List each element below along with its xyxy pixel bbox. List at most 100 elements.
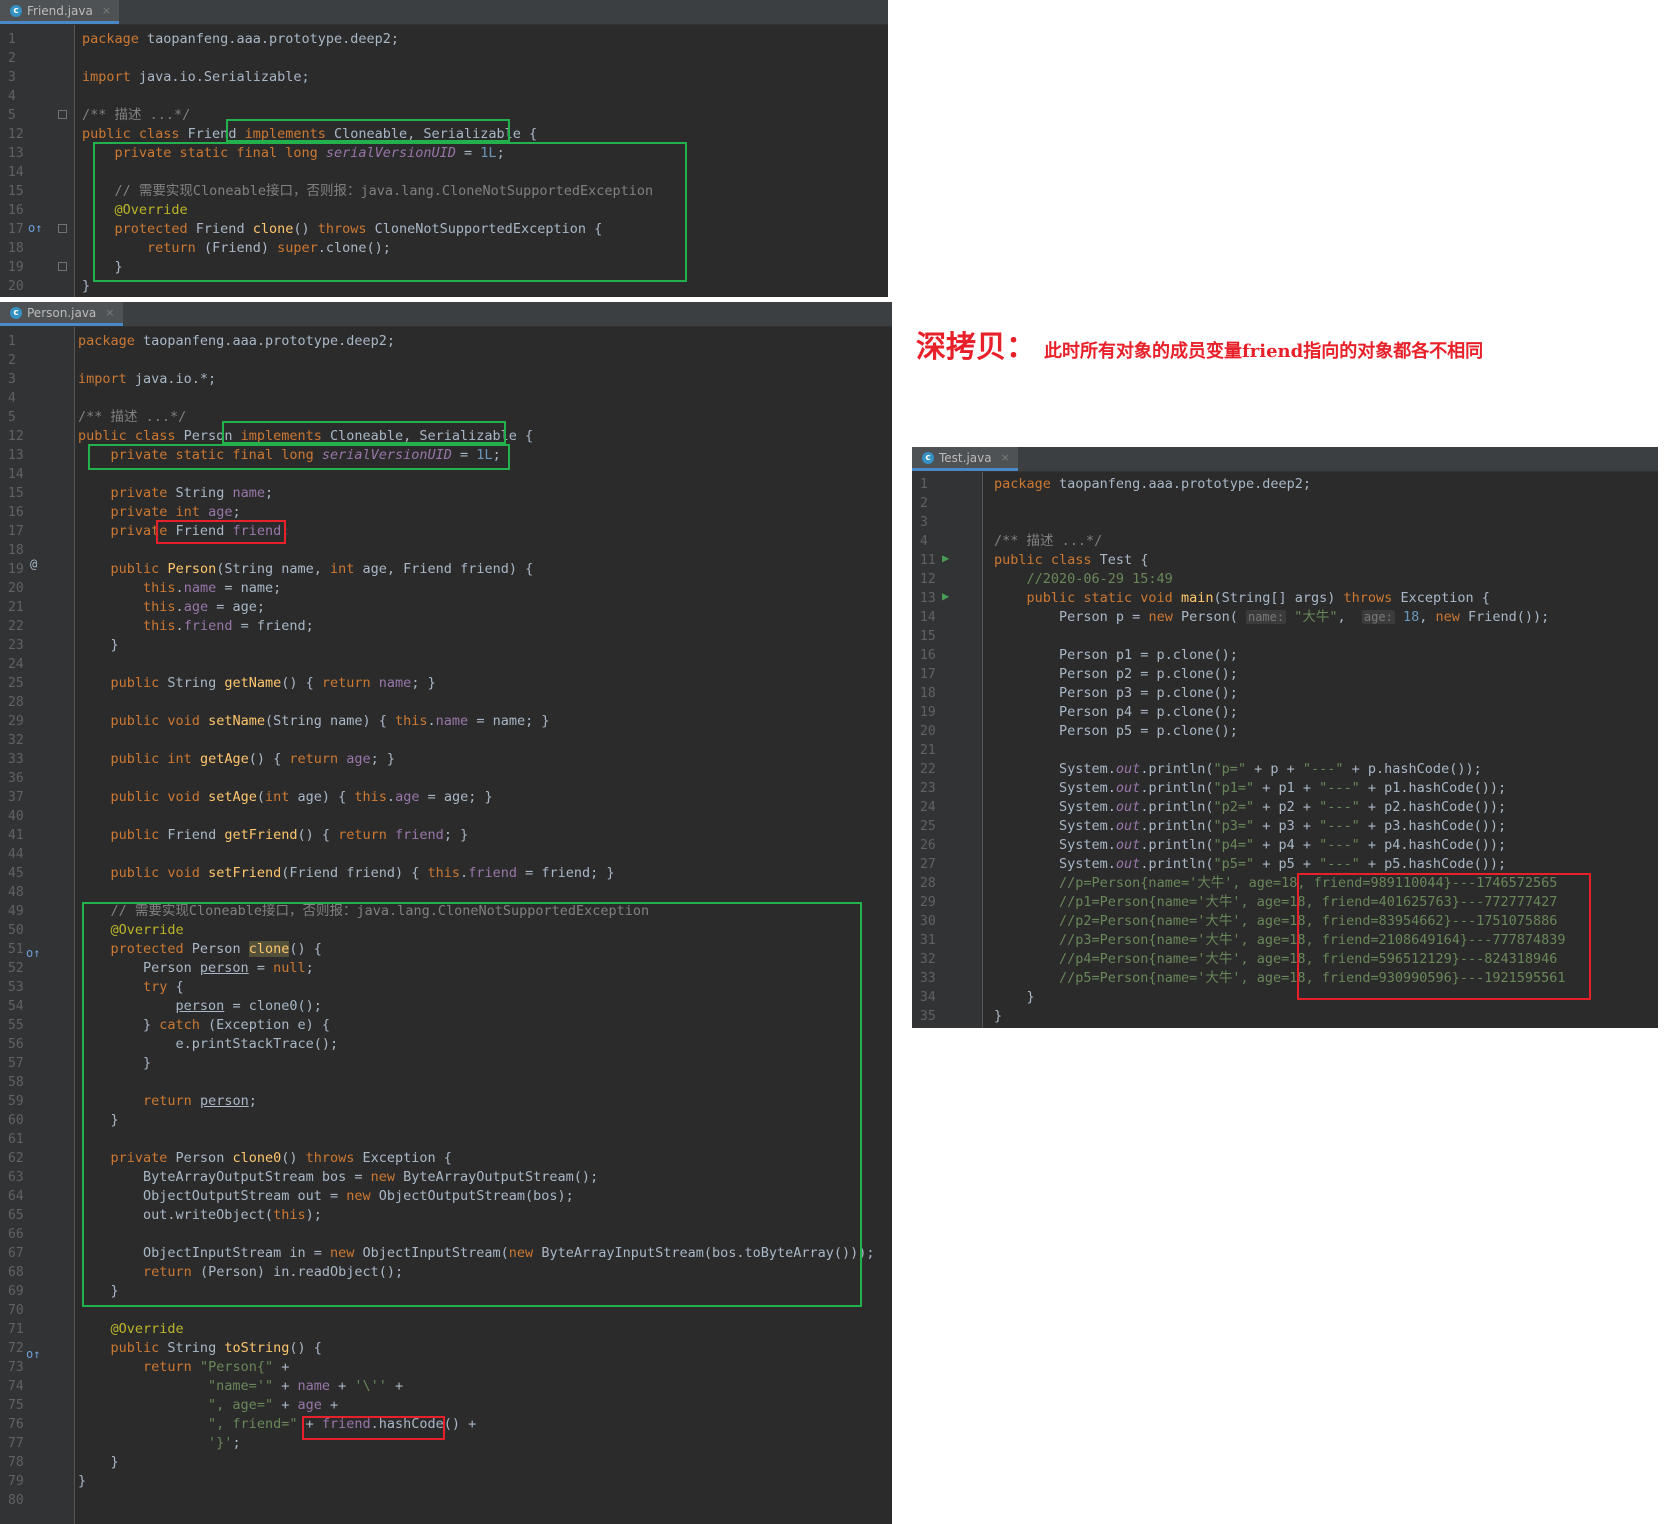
line-number: 15 (920, 629, 936, 644)
code-line: protected Person clone() { (110, 941, 322, 957)
code-line: System.out.println("p4=" + p4 + "---" + … (994, 837, 1507, 853)
code-line: //p=Person{name='大牛', age=18, friend=989… (1059, 875, 1558, 891)
code-line: private String name; (110, 485, 274, 501)
code-line: e.printStackTrace(); (78, 1036, 339, 1052)
line-number: 1 (920, 477, 928, 492)
deep-copy-caption: 深拷贝： 此时所有对象的成员变量friend指向的对象都各不相同 (916, 322, 1483, 366)
line-number: 4 (920, 534, 928, 549)
code-line: @Override (110, 1321, 184, 1337)
override-marker-icon[interactable]: o↑ (28, 219, 42, 238)
code-line: Person p5 = p.clone(); (994, 723, 1238, 739)
line-number: 16 (8, 505, 24, 520)
code-line: private static final long serialVersionU… (114, 145, 505, 161)
line-number: 23 (8, 638, 24, 653)
line-number: 19 (920, 705, 936, 720)
fold-icon[interactable] (58, 224, 67, 233)
tab-test-java[interactable]: c Test.java × (912, 447, 1018, 471)
java-class-icon: c (10, 306, 22, 319)
code-line: this.name = name; (143, 580, 282, 596)
code-line: //2020-06-29 15:49 (1026, 571, 1173, 587)
line-number: 72 (8, 1341, 24, 1356)
line-number: 30 (920, 914, 936, 929)
code-line: private Person clone0() throws Exception… (110, 1150, 452, 1166)
close-icon[interactable]: × (105, 306, 114, 319)
line-number: 63 (8, 1170, 24, 1185)
code-line: System.out.println("p5=" + p5 + "---" + … (994, 856, 1507, 872)
code-line: } (78, 637, 119, 653)
line-number: 3 (8, 70, 16, 85)
line-number: 13 (8, 448, 24, 463)
code-line: System.out.println("p3=" + p3 + "---" + … (994, 818, 1507, 834)
line-number: 78 (8, 1455, 24, 1470)
code-line: return (Friend) super.clone(); (147, 240, 391, 256)
code-line: public void setFriend(Friend friend) { t… (110, 865, 615, 881)
fold-icon[interactable] (58, 110, 67, 119)
line-number: 19 (8, 562, 24, 577)
line-number: 73 (8, 1360, 24, 1375)
code-line: ", age=" + age + (208, 1397, 339, 1413)
code-line: "name='" + name + '\'' + (208, 1378, 404, 1394)
run-icon[interactable]: ▶ (942, 587, 949, 606)
code-line: public class Friend implements Cloneable… (82, 126, 538, 142)
line-number: 3 (920, 515, 928, 530)
tab-label: Friend.java (27, 3, 93, 18)
code-line: out.writeObject(this); (78, 1207, 322, 1223)
line-number: 17 (8, 524, 24, 539)
code-line: package taopanfeng.aaa.prototype.deep2; (82, 31, 399, 47)
code-line: //p4=Person{name='大牛', age=18, friend=59… (1059, 951, 1558, 967)
line-number: 71 (8, 1322, 24, 1337)
tab-person-java[interactable]: c Person.java × (0, 302, 123, 326)
line-number: 52 (8, 961, 24, 976)
override-marker-icon[interactable]: o↑ (26, 1345, 40, 1364)
line-number: 20 (8, 279, 24, 294)
code-line: Person person = null; (78, 960, 314, 976)
tab-friend-java[interactable]: c Friend.java × (0, 0, 120, 24)
line-number: 32 (920, 952, 936, 967)
line-number: 45 (8, 866, 24, 881)
line-number: 12 (8, 429, 24, 444)
code-line: return person; (143, 1093, 257, 1109)
line-number: 14 (920, 610, 936, 625)
code-line: /** 描述 ...*/ (994, 533, 1103, 549)
line-number: 33 (8, 752, 24, 767)
code-line: public static void main(String[] args) t… (1026, 590, 1490, 606)
code-line: public void setName(String name) { this.… (110, 713, 550, 729)
line-number: 54 (8, 999, 24, 1014)
code-line: public Friend getFriend() { return frien… (110, 827, 469, 843)
close-icon[interactable]: × (1001, 451, 1010, 464)
fold-icon[interactable] (58, 262, 67, 271)
line-number: 29 (8, 714, 24, 729)
code-line: Person p1 = p.clone(); (994, 647, 1238, 663)
line-number: 55 (8, 1018, 24, 1033)
line-number: 23 (920, 781, 936, 796)
code-line: public class Test { (994, 552, 1149, 568)
code-line: public int getAge() { return age; } (110, 751, 396, 767)
line-number: 59 (8, 1094, 24, 1109)
code-line: ObjectOutputStream out = new ObjectOutpu… (78, 1188, 574, 1204)
code-line: ", friend=" + friend.hashCode() + (208, 1416, 477, 1432)
code-line: return "Person{" + (143, 1359, 290, 1375)
line-number: 28 (8, 695, 24, 710)
line-number: 5 (8, 108, 16, 123)
close-icon[interactable]: × (102, 4, 111, 17)
line-number: 1 (8, 334, 16, 349)
code-line: Person p3 = p.clone(); (994, 685, 1238, 701)
code-line: ByteArrayOutputStream bos = new ByteArra… (78, 1169, 599, 1185)
code-line: } (82, 259, 123, 275)
code-line: } (78, 1473, 87, 1489)
line-number: 53 (8, 980, 24, 995)
line-number: 5 (8, 410, 16, 425)
caption-title: 深拷贝： (916, 330, 1036, 365)
line-number: 35 (920, 1009, 936, 1024)
run-icon[interactable]: ▶ (942, 549, 949, 568)
code-line: } (78, 1055, 152, 1071)
person-editor: c Person.java × 1 2 3 4 5 12 13 14 15 16 17 18 19 20 2… (0, 302, 892, 1524)
line-number: 58 (8, 1075, 24, 1090)
override-marker-icon[interactable]: o↑ (26, 944, 40, 963)
line-number: 19 (8, 260, 24, 275)
code-line: System.out.println("p1=" + p1 + "---" + … (994, 780, 1507, 796)
line-number: 62 (8, 1151, 24, 1166)
line-number: 34 (920, 990, 936, 1005)
line-number: 29 (920, 895, 936, 910)
line-number: 27 (920, 857, 936, 872)
